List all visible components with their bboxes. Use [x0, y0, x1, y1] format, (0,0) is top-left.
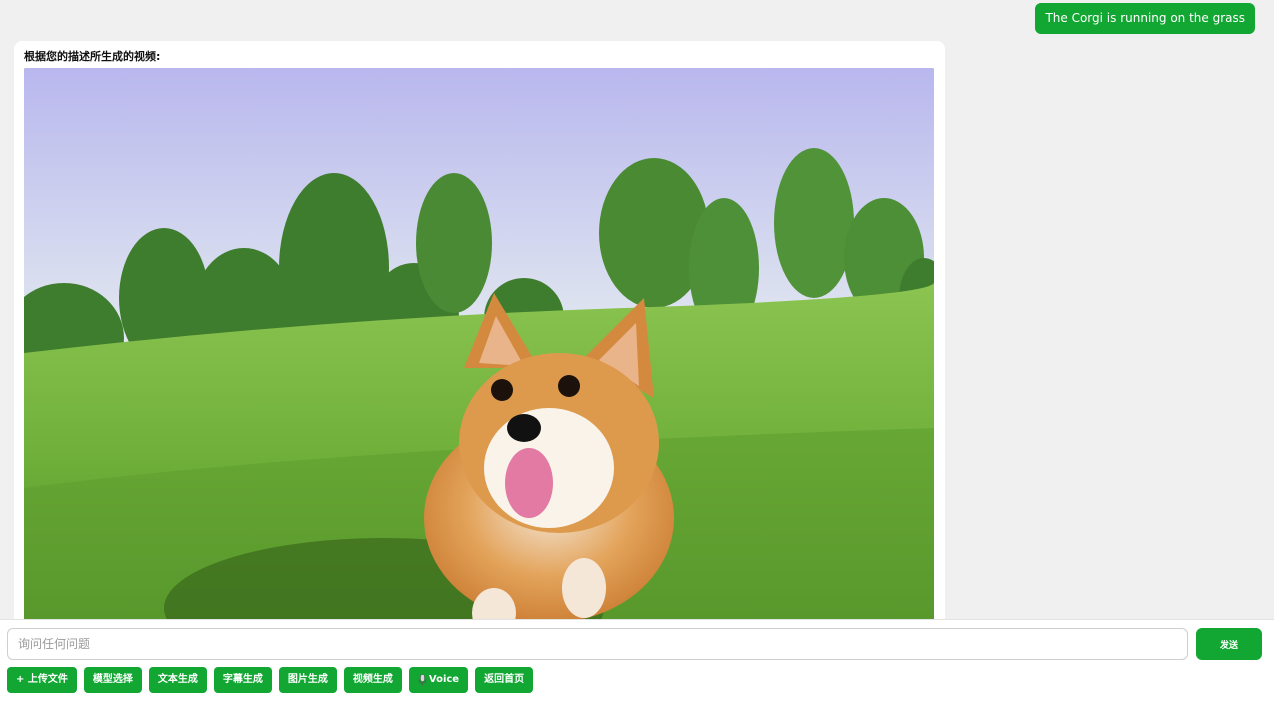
- prompt-input[interactable]: [7, 628, 1188, 660]
- upload-file-button[interactable]: + 上传文件: [7, 667, 77, 693]
- subtitle-generation-button[interactable]: 字幕生成: [213, 667, 272, 693]
- user-message-bubble: The Corgi is running on the grass: [1035, 3, 1255, 34]
- bot-response-title: 根据您的描述所生成的视频:: [24, 50, 161, 63]
- video-generation-label: 视频生成: [352, 674, 393, 685]
- video-frame-image: [24, 68, 934, 628]
- image-generation-label: 图片生成: [287, 674, 328, 685]
- upload-file-label: + 上传文件: [16, 674, 68, 685]
- subtitle-generation-label: 字幕生成: [222, 674, 263, 685]
- send-button[interactable]: 发送: [1196, 628, 1262, 660]
- microphone-icon: [418, 674, 427, 686]
- model-select-label: 模型选择: [92, 674, 133, 685]
- bot-response-card: 根据您的描述所生成的视频:: [14, 41, 945, 641]
- voice-button[interactable]: Voice: [408, 667, 469, 693]
- composer-bar: 发送 + 上传文件 模型选择 文本生成 字幕生成 图片生成 视频生成: [0, 619, 1274, 705]
- chat-app: The Corgi is running on the grass 根据您的描述…: [0, 0, 1274, 705]
- text-generation-button[interactable]: 文本生成: [148, 667, 207, 693]
- back-home-label: 返回首页: [484, 674, 525, 685]
- back-home-button[interactable]: 返回首页: [475, 667, 534, 693]
- model-select-button[interactable]: 模型选择: [83, 667, 142, 693]
- voice-label: Voice: [428, 674, 460, 685]
- image-generation-button[interactable]: 图片生成: [278, 667, 337, 693]
- tool-button-row: + 上传文件 模型选择 文本生成 字幕生成 图片生成 视频生成 Voice 返回…: [7, 667, 534, 693]
- generated-video[interactable]: [24, 68, 934, 628]
- text-generation-label: 文本生成: [157, 674, 198, 685]
- video-generation-button[interactable]: 视频生成: [343, 667, 402, 693]
